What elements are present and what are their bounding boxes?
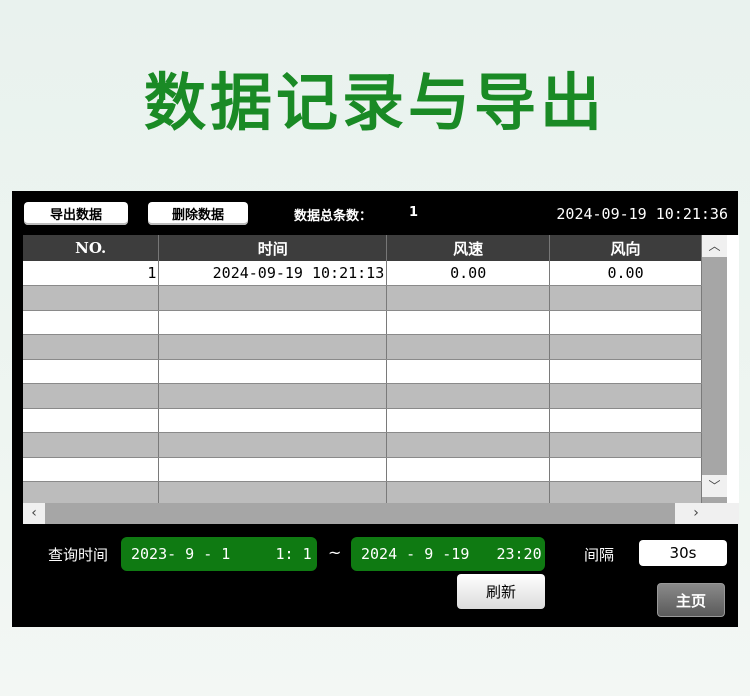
- data-table[interactable]: NO. 时间 风速 风向 1 2024-09-19 10:21:13 0.00 …: [23, 235, 739, 524]
- cell: [23, 310, 160, 335]
- column-header-no[interactable]: NO.: [23, 235, 160, 261]
- cell: [23, 408, 160, 433]
- cell: [549, 432, 702, 458]
- cell: [23, 285, 160, 311]
- chevron-down-icon[interactable]: ﹀: [702, 475, 727, 497]
- horizontal-scrollbar[interactable]: ‹ ›: [23, 503, 739, 524]
- start-date-field[interactable]: 2023- 9 - 1 1: 1: [121, 537, 317, 571]
- date-range-separator: ~: [328, 543, 342, 562]
- cell: [549, 383, 702, 409]
- table-row[interactable]: [23, 408, 702, 433]
- chevron-up-icon[interactable]: ︿: [702, 235, 727, 257]
- headline: 数据记录与导出: [143, 66, 606, 139]
- table-row[interactable]: [23, 285, 702, 311]
- cell: [549, 285, 702, 311]
- home-button[interactable]: 主页: [657, 583, 725, 617]
- cell: [158, 432, 388, 458]
- cell: [158, 285, 388, 311]
- hmi-panel: 导出数据 删除数据 数据总条数： 1 2024-09-19 10:21:36 N…: [12, 191, 739, 627]
- cell-wind-direction: 0.00: [549, 261, 702, 286]
- cell: [158, 408, 388, 433]
- cell-time: 2024-09-19 10:21:13: [158, 261, 388, 286]
- total-count-value: 1: [409, 205, 419, 220]
- cell: [386, 310, 551, 335]
- cell-no: 1: [23, 261, 160, 286]
- table-row[interactable]: 1 2024-09-19 10:21:13 0.00 0.00: [23, 261, 702, 286]
- total-count-label: 数据总条数：: [294, 209, 373, 224]
- end-date-field[interactable]: 2024 - 9 -19 23:20: [351, 537, 545, 571]
- query-time-label: 查询时间: [48, 546, 109, 564]
- export-data-button[interactable]: 导出数据: [24, 202, 128, 225]
- table-row[interactable]: [23, 359, 702, 384]
- cell: [158, 310, 388, 335]
- interval-field[interactable]: 30s: [639, 540, 727, 566]
- chevron-right-icon[interactable]: ›: [685, 503, 707, 524]
- cell: [386, 408, 551, 433]
- cell: [158, 457, 388, 482]
- cell: [549, 310, 702, 335]
- clock: 2024-09-19 10:21:36: [556, 205, 728, 223]
- cell: [549, 408, 702, 433]
- column-header-wind-direction[interactable]: 风向: [549, 235, 702, 261]
- cell: [386, 285, 551, 311]
- table-row[interactable]: [23, 432, 702, 458]
- cell: [386, 334, 551, 360]
- table-row[interactable]: [23, 334, 702, 360]
- table-row[interactable]: [23, 457, 702, 482]
- column-header-time[interactable]: 时间: [158, 235, 388, 261]
- interval-label: 间隔: [584, 546, 615, 564]
- cell: [23, 334, 160, 360]
- cell: [23, 432, 160, 458]
- cell: [549, 457, 702, 482]
- cell: [158, 359, 388, 384]
- cell-wind-speed: 0.00: [386, 261, 551, 286]
- cell: [386, 359, 551, 384]
- column-header-wind-speed[interactable]: 风速: [386, 235, 551, 261]
- table-row[interactable]: [23, 383, 702, 409]
- cell: [386, 383, 551, 409]
- cell: [158, 334, 388, 360]
- cell: [23, 457, 160, 482]
- chevron-left-icon[interactable]: ‹: [23, 503, 45, 524]
- cell: [158, 383, 388, 409]
- cell: [549, 334, 702, 360]
- cell: [23, 359, 160, 384]
- table-header-row: NO. 时间 风速 风向: [23, 235, 702, 261]
- cell: [23, 383, 160, 409]
- cell: [386, 457, 551, 482]
- cell: [549, 359, 702, 384]
- scrollbar-thumb[interactable]: [45, 503, 675, 524]
- delete-data-button[interactable]: 删除数据: [148, 202, 248, 225]
- table-row[interactable]: [23, 310, 702, 335]
- cell: [386, 432, 551, 458]
- refresh-button[interactable]: 刷新: [457, 574, 545, 609]
- vertical-scrollbar[interactable]: ︿ ﹀: [702, 235, 727, 503]
